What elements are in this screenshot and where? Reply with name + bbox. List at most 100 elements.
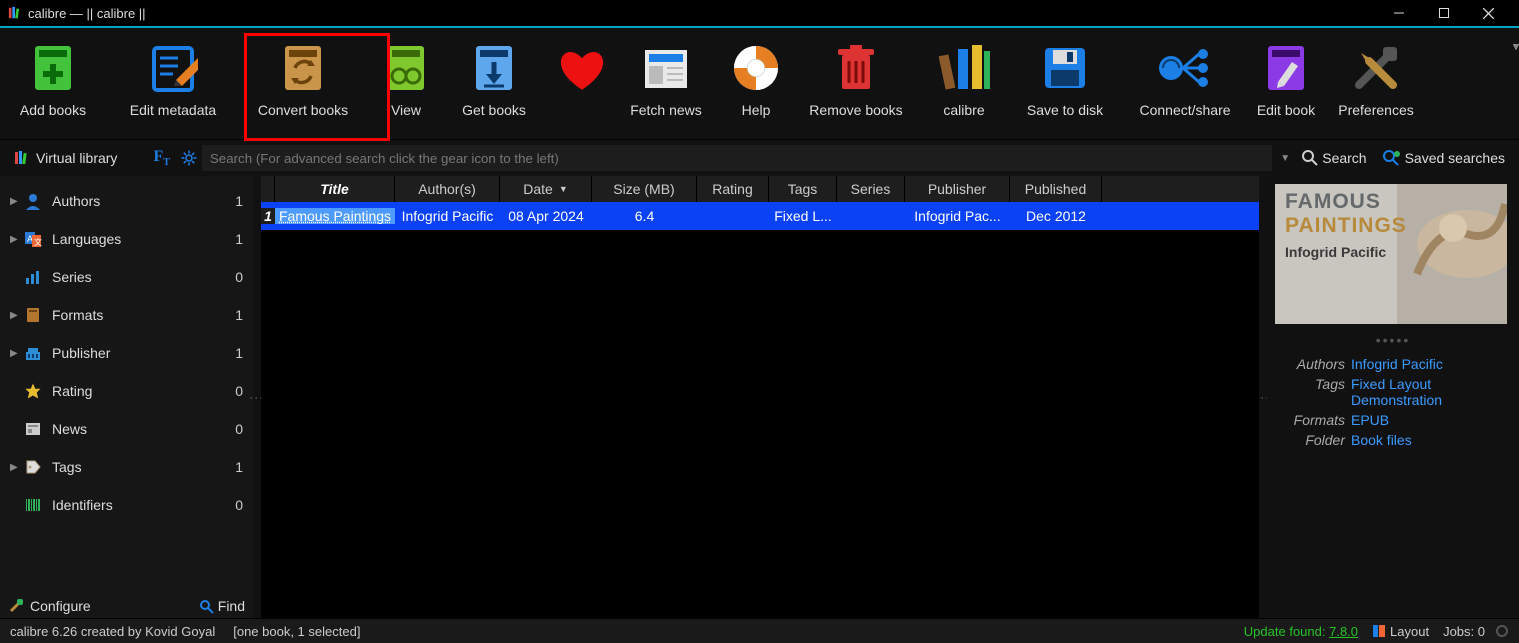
book-metadata: Authors Infogrid Pacific Tags Fixed Layo… [1275,356,1511,448]
col-author[interactable]: Author(s) [395,176,500,202]
save-to-disk-button[interactable]: Save to disk [1018,32,1112,118]
donate-button[interactable] [554,32,610,118]
layout-label: Layout [1390,624,1429,639]
sidebar-identifiers[interactable]: Identifiers 0 [0,486,253,524]
search-input[interactable] [202,145,1272,171]
cell-published: Dec 2012 [1010,208,1102,224]
preferences-dropdown[interactable]: ▼ [1511,42,1519,53]
detail-drag-handle[interactable]: ••••• [1275,332,1511,348]
convert-books-button[interactable]: Convert books [248,32,358,118]
add-books-icon [27,38,79,98]
save-to-disk-icon [1039,38,1091,98]
app-icon [8,6,22,20]
cell-date: 08 Apr 2024 [500,208,592,224]
preferences-button[interactable]: Preferences [1332,32,1420,118]
sidebar-tags[interactable]: ▶ Tags 1 [0,448,253,486]
edit-book-button[interactable]: Edit book [1248,32,1324,118]
sidebar-publisher[interactable]: ▶ Publisher 1 [0,334,253,372]
meta-key-folder: Folder [1275,432,1345,448]
edit-metadata-icon [147,38,199,98]
splitter-handle-right[interactable]: ⋮ [1259,176,1267,618]
wrench-icon [8,598,24,614]
cell-title: Famous Paintings [275,208,395,224]
col-rating[interactable]: Rating [697,176,769,202]
jobs-label[interactable]: Jobs: 0 [1443,624,1485,639]
sidebar-label: Tags [52,459,223,475]
sidebar-count: 1 [223,345,243,361]
remove-books-button[interactable]: Remove books [802,32,910,118]
sidebar-languages[interactable]: ▶ A文 Languages 1 [0,220,253,258]
expand-icon[interactable]: ▶ [10,234,24,245]
help-button[interactable]: Help [728,32,784,118]
title-bar: calibre — || calibre || [0,0,1519,28]
cell-tags: Fixed L... [769,208,837,224]
get-books-icon [468,38,520,98]
main-toolbar: Add books ▼ Edit metadata ▼ Convert book… [0,28,1519,140]
get-books-label: Get books [462,102,526,118]
news-icon [24,420,50,438]
fulltext-search-icon[interactable]: FT [153,148,169,168]
expand-icon[interactable]: ▶ [10,462,24,473]
meta-val-folder[interactable]: Book files [1351,432,1511,448]
virtual-library-button[interactable]: Virtual library [6,148,125,168]
sidebar-count: 0 [223,421,243,437]
col-size[interactable]: Size (MB) [592,176,697,202]
preferences-label: Preferences [1338,102,1413,118]
sidebar-count: 0 [223,497,243,513]
search-history-dropdown[interactable]: ▼ [1276,153,1294,164]
sidebar-news[interactable]: News 0 [0,410,253,448]
col-series[interactable]: Series [837,176,905,202]
connect-share-button[interactable]: Connect/share [1130,32,1240,118]
sidebar-rating[interactable]: Rating 0 [0,372,253,410]
saved-searches-label: Saved searches [1405,150,1505,166]
languages-icon: A文 [24,230,50,248]
find-button[interactable]: Find [199,598,245,614]
meta-val-authors[interactable]: Infogrid Pacific [1351,356,1511,372]
save-to-disk-label: Save to disk [1027,102,1103,118]
expand-icon[interactable]: ▶ [10,196,24,207]
close-button[interactable] [1466,0,1511,27]
col-title[interactable]: Title [275,176,395,202]
sidebar-authors[interactable]: ▶ Authors 1 [0,182,253,220]
configure-button[interactable]: Configure [8,598,91,614]
help-icon [730,38,782,98]
cover-subtitle: Infogrid Pacific [1285,244,1386,260]
calibre-library-button[interactable]: calibre [928,32,1000,118]
col-tags[interactable]: Tags [769,176,837,202]
expand-icon[interactable]: ▶ [10,348,24,359]
saved-searches-button[interactable]: Saved searches [1375,145,1513,171]
search-gear-icon[interactable] [180,149,198,167]
fetch-news-button[interactable]: Fetch news [622,32,710,118]
view-button[interactable]: View [378,32,434,118]
col-publisher[interactable]: Publisher [905,176,1010,202]
col-date[interactable]: Date▼ [500,176,592,202]
book-row[interactable]: 1 Famous Paintings Infogrid Pacific 08 A… [261,202,1259,230]
add-books-button[interactable]: Add books [8,32,98,118]
sidebar-series[interactable]: Series 0 [0,258,253,296]
tag-browser: ▶ Authors 1 ▶ A文 Languages 1 Series 0 ▶ … [0,176,253,618]
get-books-button[interactable]: Get books [454,32,534,118]
minimize-button[interactable] [1376,0,1421,27]
meta-val-formats[interactable]: EPUB [1351,412,1511,428]
sidebar-label: Rating [52,383,223,399]
search-button[interactable]: Search [1294,145,1374,171]
cell-publisher: Infogrid Pac... [905,208,1010,224]
meta-key-tags: Tags [1275,376,1345,408]
meta-val-tags[interactable]: Fixed Layout Demonstration [1351,376,1511,408]
maximize-button[interactable] [1421,0,1466,27]
update-found[interactable]: Update found: 7.8.0 [1244,624,1358,639]
jobs-spinner-icon[interactable] [1495,624,1509,638]
sidebar-label: Publisher [52,345,223,361]
sidebar-formats[interactable]: ▶ Formats 1 [0,296,253,334]
saved-searches-icon [1383,150,1401,166]
col-published[interactable]: Published [1010,176,1102,202]
expand-icon[interactable]: ▶ [10,310,24,321]
edit-metadata-button[interactable]: Edit metadata [118,32,228,118]
cover-title-1: FAMOUS [1285,190,1381,214]
layout-button[interactable]: Layout [1372,624,1429,639]
convert-books-label: Convert books [258,102,348,118]
expand-icon [10,500,24,511]
splitter-handle[interactable]: ⋮ [253,176,261,618]
expand-icon [10,424,24,435]
book-cover[interactable]: FAMOUS PAINTINGS Infogrid Pacific [1275,184,1507,324]
